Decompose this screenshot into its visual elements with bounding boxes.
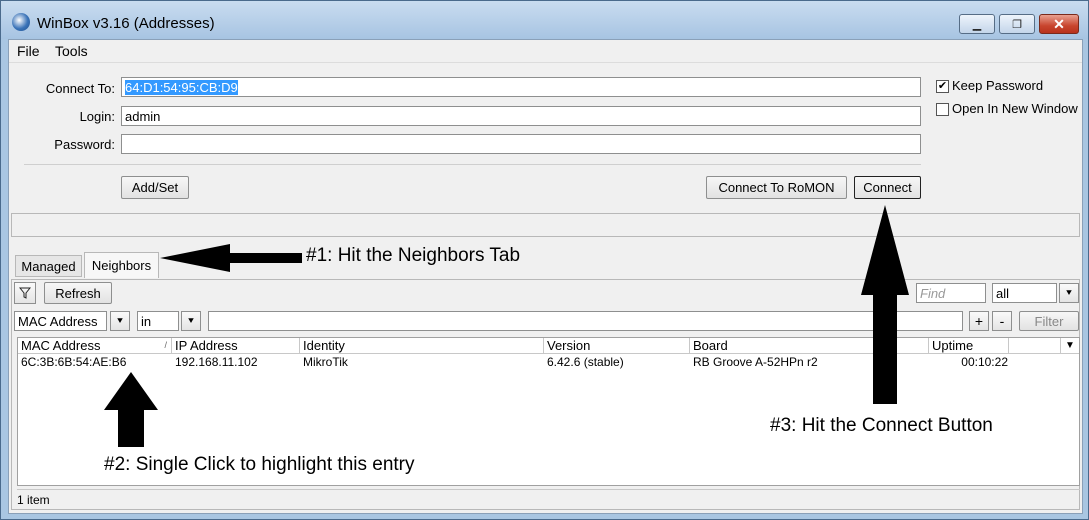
- tab-neighbors[interactable]: Neighbors: [84, 252, 159, 278]
- arrow-to-table-row: [104, 372, 158, 447]
- connect-to-value: 64:D1:54:95:CB:D9: [125, 80, 238, 95]
- connection-status-bar: [11, 213, 1080, 237]
- item-count-bar: 1 item: [17, 489, 1080, 510]
- login-field[interactable]: admin: [121, 106, 921, 126]
- arrow-to-connect-button: [861, 205, 909, 404]
- tab-managed[interactable]: Managed: [15, 255, 82, 277]
- find-scope-dropdown[interactable]: ⯆: [1059, 283, 1079, 303]
- chevron-down-icon: ⯆: [1065, 287, 1073, 299]
- cell-version: 6.42.6 (stable): [547, 355, 624, 369]
- maximize-icon: ❐: [1012, 18, 1022, 31]
- menu-file[interactable]: File: [17, 43, 40, 59]
- chevron-down-icon: ▼: [1065, 340, 1075, 351]
- keep-password-label: Keep Password: [952, 78, 1044, 93]
- password-label: Password:: [54, 137, 115, 152]
- filter-field-select[interactable]: MAC Address: [14, 311, 107, 331]
- connect-to-label: Connect To:: [45, 81, 115, 96]
- menu-bar: File Tools: [9, 40, 1082, 63]
- cell-ip: 192.168.11.102: [175, 355, 258, 369]
- cell-mac: 6C:3B:6B:54:AE:B6: [21, 355, 127, 369]
- add-filter-button[interactable]: +: [969, 311, 989, 331]
- column-header-identity[interactable]: Identity: [300, 338, 544, 354]
- refresh-button[interactable]: Refresh: [44, 282, 112, 304]
- annotation-step3: #3: Hit the Connect Button: [770, 415, 993, 436]
- filter-op-dropdown[interactable]: ⯆: [181, 311, 201, 331]
- funnel-icon: [19, 287, 31, 299]
- find-scope-select[interactable]: all: [992, 283, 1057, 303]
- title-bar[interactable]: WinBox v3.16 (Addresses) ▁ ❐ ✕: [1, 1, 1088, 39]
- column-header-spacer: [1009, 338, 1061, 354]
- column-header-uptime[interactable]: Uptime: [929, 338, 1009, 354]
- filter-toggle-button[interactable]: [14, 282, 36, 304]
- sort-indicator-icon: /: [164, 340, 167, 350]
- arrow-to-neighbors-tab: [160, 244, 302, 272]
- item-count: 1 item: [17, 493, 50, 507]
- menu-tools[interactable]: Tools: [55, 43, 88, 59]
- annotation-step1: #1: Hit the Neighbors Tab: [306, 245, 521, 266]
- password-field[interactable]: [121, 134, 921, 154]
- chevron-down-icon: ⯆: [187, 315, 195, 327]
- filter-op-select[interactable]: in: [137, 311, 179, 331]
- connect-romon-button[interactable]: Connect To RoMON: [706, 176, 847, 199]
- filter-value-input[interactable]: [208, 311, 963, 331]
- window-title: WinBox v3.16 (Addresses): [37, 15, 215, 32]
- column-header-version[interactable]: Version: [544, 338, 690, 354]
- winbox-app-icon: [12, 13, 30, 31]
- filter-field-dropdown[interactable]: ⯆: [110, 311, 130, 331]
- client-area: File Tools Connect To: 64:D1:54:95:CB:D9…: [8, 39, 1083, 514]
- column-chooser-button[interactable]: ▼: [1061, 338, 1079, 354]
- minimize-icon: ▁: [972, 18, 982, 31]
- close-button[interactable]: ✕: [1039, 14, 1079, 34]
- remove-filter-button[interactable]: -: [992, 311, 1012, 331]
- open-new-window-checkbox[interactable]: [936, 103, 949, 116]
- cell-identity: MikroTik: [303, 355, 348, 369]
- connect-to-field[interactable]: 64:D1:54:95:CB:D9: [121, 77, 921, 97]
- close-icon: ✕: [1053, 15, 1065, 32]
- keep-password-checkbox[interactable]: ✔: [936, 80, 949, 93]
- maximize-button[interactable]: ❐: [999, 14, 1035, 34]
- column-header-mac[interactable]: MAC Address /: [18, 338, 172, 354]
- open-new-window-label: Open In New Window: [952, 101, 1078, 116]
- chevron-down-icon: ⯆: [116, 315, 124, 327]
- form-divider: [24, 164, 921, 165]
- find-input[interactable]: Find: [916, 283, 986, 303]
- add-set-button[interactable]: Add/Set: [121, 176, 189, 199]
- checkmark-icon: ✔: [937, 80, 948, 92]
- connect-button[interactable]: Connect: [854, 176, 921, 199]
- cell-uptime: 00:10:22: [961, 355, 1008, 369]
- minimize-button[interactable]: ▁: [959, 14, 995, 34]
- column-header-ip[interactable]: IP Address: [172, 338, 300, 354]
- filter-button[interactable]: Filter: [1019, 311, 1079, 331]
- annotation-step2: #2: Single Click to highlight this entry: [104, 454, 415, 475]
- login-label: Login:: [79, 109, 115, 124]
